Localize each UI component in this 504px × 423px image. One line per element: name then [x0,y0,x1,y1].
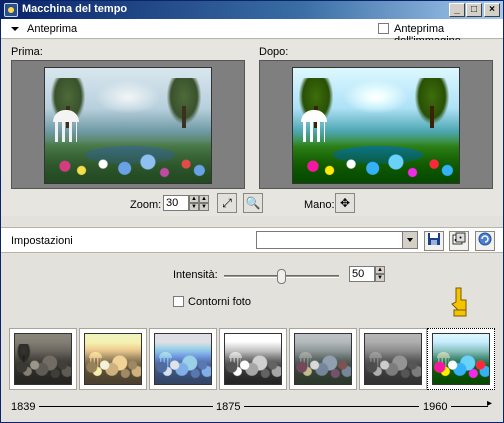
intensity-input[interactable]: 50 [349,266,375,282]
title-bar[interactable]: Macchina del tempo _ □ × [1,1,503,19]
timeline-line-right [244,406,419,407]
save-preset-button[interactable] [424,231,444,251]
after-label: Dopo: [259,46,289,58]
photo-edges-label[interactable]: Contorni foto [188,296,251,308]
image-preview-checkbox[interactable] [378,23,389,34]
preview-header: Anteprima Anteprima dell'immagine [1,19,503,47]
app-icon [4,3,18,17]
window-title: Macchina del tempo [22,3,128,15]
maximize-button[interactable]: □ [466,3,482,17]
reset-arrow-icon [478,232,492,246]
era-thumbnail-4[interactable] [219,328,287,390]
timeline-year-mid: 1875 [216,401,241,413]
before-preview-image [44,67,212,184]
before-preview-pane[interactable] [11,60,245,189]
random-preset-button[interactable] [449,231,469,251]
settings-label: Impostazioni [11,235,73,247]
era-thumbnail-3[interactable] [149,328,217,390]
zoom-magnifier-button[interactable]: 🔍 [243,193,263,213]
era-thumbnail-5[interactable] [289,328,357,390]
after-preview-pane[interactable] [259,60,493,189]
time-machine-dialog: Macchina del tempo _ □ × Anteprima Antep… [0,0,504,423]
intensity-spinner[interactable]: ▲ ▼ [375,266,385,282]
after-preview-image [292,67,460,184]
timeline-line-tail [451,406,488,407]
zoom-input[interactable]: 30 [163,195,189,211]
close-button[interactable]: × [484,3,500,17]
preview-toggle-label[interactable]: Anteprima [27,23,77,35]
intensity-slider-thumb[interactable] [277,269,286,284]
magnifier-icon: 🔍 [245,196,261,210]
floppy-disk-icon [428,233,440,245]
timeline-arrow-icon: ▸ [487,398,493,409]
hand-pointer-icon [451,287,467,317]
pan-button[interactable]: ✥ [335,193,355,213]
era-thumbnails [9,328,495,392]
settings-bar: Impostazioni [1,227,503,253]
minimize-button[interactable]: _ [449,3,465,17]
photo-edges-checkbox[interactable] [173,296,184,307]
timeline-year-start: 1839 [11,401,36,413]
era-thumbnail-7[interactable] [427,328,495,390]
timeline-year-end: 1960 [423,401,448,413]
zoom-fit-button[interactable]: ⤢ [217,193,237,213]
move-cross-icon: ✥ [339,196,351,210]
before-label: Prima: [11,46,43,58]
preset-dropdown[interactable] [256,231,418,249]
zoom-label: Zoom: [130,199,162,211]
preview-area: Prima: Dopo: Zoom: 30 ▲ ▼ ▲ ▼ ⤢ 🔍 Mano: … [1,40,503,216]
collapse-arrow-icon[interactable] [11,27,19,31]
zoom-spinner-alt[interactable]: ▲ ▼ [199,195,209,211]
fit-window-icon: ⤢ [222,196,232,210]
era-thumbnail-1[interactable] [9,328,77,390]
pan-label: Mano: [304,199,335,211]
era-thumbnail-2[interactable] [79,328,147,390]
era-thumbnail-6[interactable] [359,328,427,390]
zoom-spinner[interactable]: ▲ ▼ [189,195,199,211]
dice-icon [452,232,466,245]
effect-controls: Intensità: 50 ▲ ▼ Contorni foto 1839 187… [1,254,503,422]
intensity-label: Intensità: [173,269,218,281]
timeline-line-left [39,406,213,407]
reset-button[interactable] [475,231,495,251]
chevron-down-icon[interactable] [402,232,417,248]
